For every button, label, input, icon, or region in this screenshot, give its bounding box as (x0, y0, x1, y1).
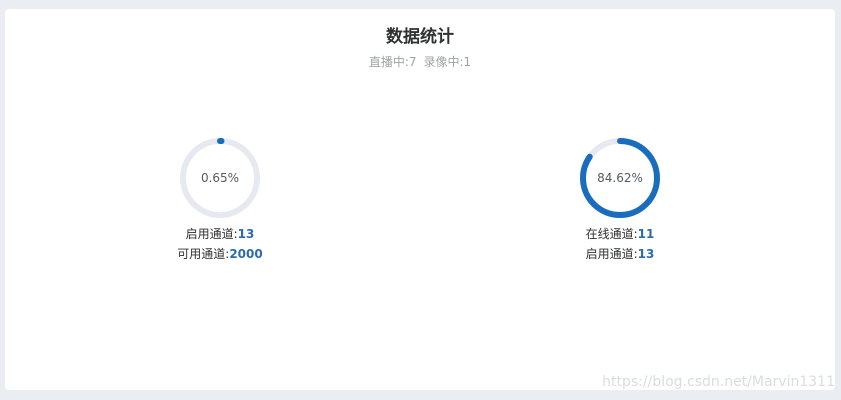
online-channels-line: 在线通道:11 (510, 224, 730, 244)
status-summary: 直播中:7 录像中:1 (5, 54, 835, 70)
online-channels-label: 在线通道: (585, 227, 638, 241)
enabled-channel-stat: 0.65% 启用通道:13 可用通道:2000 (110, 136, 330, 264)
page-title: 数据统计 (386, 27, 454, 47)
enabled-channels-value: 13 (637, 247, 655, 261)
online-channel-stat: 84.62% 在线通道:11 启用通道:13 (510, 136, 730, 264)
stats-card: 数据统计 直播中:7 录像中:1 0.65% 启用通道:13 可用通道:2000 … (5, 9, 835, 390)
enabled-channels-line: 启用通道:13 (510, 244, 730, 264)
available-channels-line: 可用通道:2000 (110, 244, 330, 264)
live-count: 直播中:7 (368, 55, 417, 69)
progress-ring: 84.62% (580, 138, 660, 218)
percent-label: 84.62% (597, 171, 643, 185)
available-channels-label: 可用通道: (177, 247, 230, 261)
enabled-channels-label: 启用通道: (185, 227, 238, 241)
record-count: 录像中:1 (423, 55, 472, 69)
enabled-channels-value: 13 (237, 227, 255, 241)
percent-label: 0.65% (201, 171, 239, 185)
progress-ring: 0.65% (180, 138, 260, 218)
enabled-channels-line: 启用通道:13 (110, 224, 330, 244)
online-channels-value: 11 (637, 227, 655, 241)
available-channels-value: 2000 (229, 247, 263, 261)
watermark: https://blog.csdn.net/Marvin1311 (602, 374, 835, 390)
enabled-channels-label: 启用通道: (585, 247, 638, 261)
